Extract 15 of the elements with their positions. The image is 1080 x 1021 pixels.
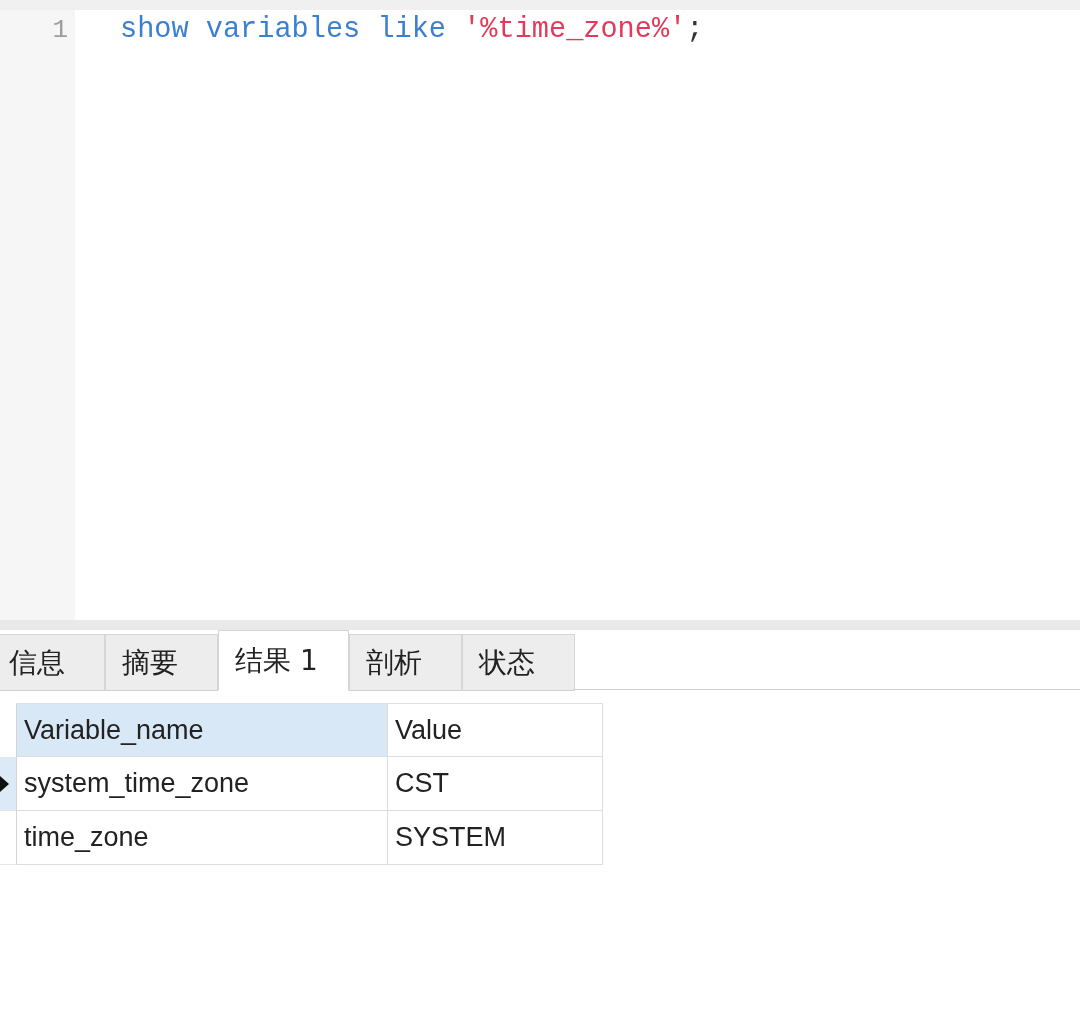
table-cell: SYSTEM	[388, 811, 603, 865]
result-tab[interactable]: 结果 1	[218, 630, 349, 691]
row-indicator[interactable]	[0, 757, 16, 811]
column-header[interactable]: Value	[388, 703, 603, 757]
table-cell: time_zone	[16, 811, 388, 865]
table-cell: system_time_zone	[16, 757, 388, 811]
result-tab[interactable]: 剖析	[348, 634, 462, 691]
code-line[interactable]: show variables like '%time_zone%';	[75, 10, 1080, 50]
result-tab[interactable]: 状态	[461, 634, 575, 691]
result-tab[interactable]: 摘要	[105, 634, 218, 691]
result-tab[interactable]: 信息	[0, 634, 105, 691]
table-cell: CST	[388, 757, 603, 811]
line-number: 1	[51, 14, 69, 47]
current-row-triangle-icon	[0, 775, 9, 792]
column-header[interactable]: Variable_name	[16, 703, 388, 757]
